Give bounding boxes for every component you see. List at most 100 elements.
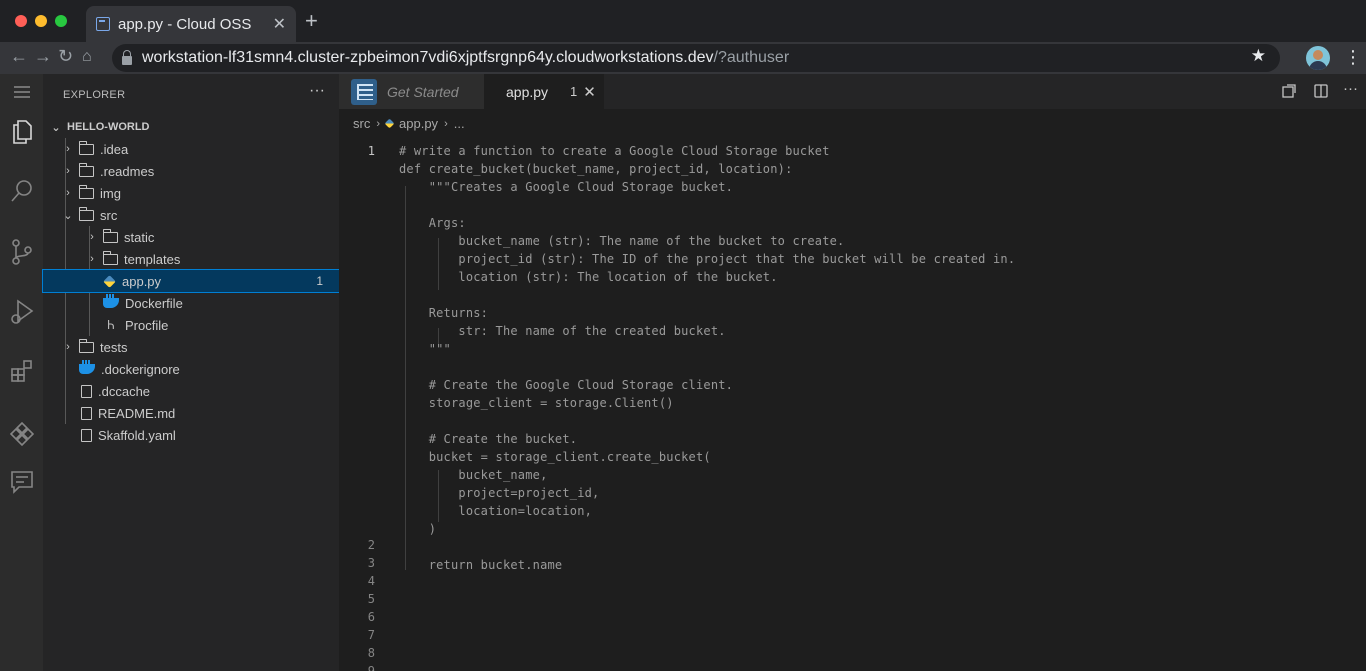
line-number: 7 (367, 628, 375, 642)
browser-tab-title: app.py - Cloud OSS (118, 15, 252, 33)
python-icon (495, 89, 501, 94)
tab-problem-count: 1 (570, 84, 578, 99)
code-line[interactable]: bucket = storage_client.create_bucket( (399, 450, 711, 468)
minimize-window-button[interactable] (35, 15, 47, 27)
tree-folder-src[interactable]: ⌄ src (43, 204, 339, 226)
tree-folder-static[interactable]: › static (43, 226, 339, 248)
search-icon[interactable] (0, 178, 43, 204)
browser-menu-icon[interactable]: ⋮ (1344, 47, 1362, 68)
code-line[interactable]: # write a function to create a Google Cl… (399, 144, 830, 162)
line-number: 6 (367, 610, 375, 624)
close-tab-icon[interactable]: ✕ (273, 14, 286, 34)
tab-label: Get Started (387, 83, 459, 100)
profile-avatar[interactable] (1306, 46, 1330, 70)
reload-icon[interactable]: ↻ (58, 46, 73, 67)
folder-icon (79, 140, 94, 155)
docker-icon (103, 294, 119, 308)
address-toolbar: ← → ↻ ⌂ workstation-lf31smn4.cluster-zpb… (0, 42, 1366, 74)
close-tab-icon[interactable]: ✕ (583, 83, 596, 101)
cloud-code-icon[interactable] (0, 422, 43, 446)
code-line[interactable]: # Create the Google Cloud Storage client… (399, 378, 733, 396)
folder-icon (103, 250, 118, 265)
breadcrumb-item[interactable]: ... (454, 116, 465, 131)
tree-item-label: .idea (100, 141, 129, 157)
tree-folder-img[interactable]: › img (43, 182, 339, 204)
bookmark-star-icon[interactable]: ★ (1251, 46, 1266, 66)
chevron-right-icon: › (444, 117, 448, 130)
breadcrumb: src › app.py › ... (353, 116, 465, 131)
yaml-file-icon (81, 428, 92, 442)
code-line[interactable]: ) (399, 522, 436, 540)
line-number: 2 (367, 538, 375, 552)
open-changes-icon[interactable] (1281, 83, 1297, 103)
tree-folder-tests[interactable]: › tests (43, 336, 339, 358)
more-actions-icon[interactable]: ··· (1343, 80, 1358, 97)
line-number: 4 (367, 574, 375, 588)
tree-file-dockerignore[interactable]: .dockerignore (43, 358, 339, 380)
procfile-icon: Ꮒ (107, 317, 115, 332)
extensions-icon[interactable] (0, 358, 43, 384)
new-tab-button[interactable]: + (305, 8, 318, 34)
tree-item-label: README.md (98, 405, 176, 421)
chat-icon[interactable] (0, 469, 43, 495)
source-control-icon[interactable] (0, 238, 43, 266)
browser-tab[interactable]: app.py - Cloud OSS ✕ (86, 6, 296, 42)
home-icon[interactable]: ⌂ (82, 48, 92, 66)
code-line[interactable]: """ (399, 342, 451, 360)
tree-file-procfile[interactable]: Ꮒ Procfile (43, 314, 339, 336)
code-line[interactable]: location=location, (399, 504, 592, 522)
tree-file-skaffold[interactable]: Skaffold.yaml (43, 424, 339, 446)
back-arrow-icon[interactable]: ← (10, 46, 28, 67)
folder-icon (79, 184, 94, 199)
code-line[interactable]: project_id (str): The ID of the project … (399, 252, 1015, 270)
code-line[interactable]: return bucket.name (399, 558, 562, 576)
tree-file-dockerfile[interactable]: Dockerfile (43, 292, 339, 314)
url-path: /?authuser (713, 49, 790, 66)
code-line[interactable]: project=project_id, (399, 486, 599, 504)
code-line[interactable]: # Create the bucket. (399, 432, 577, 450)
run-debug-icon[interactable] (0, 298, 43, 326)
line-number: 9 (367, 664, 375, 671)
folder-icon (79, 162, 94, 177)
tree-folder-templates[interactable]: › templates (43, 248, 339, 270)
breadcrumb-item[interactable]: app.py (399, 116, 438, 131)
problem-count-badge: 1 (316, 274, 323, 288)
menu-icon[interactable] (0, 84, 43, 100)
folder-icon (79, 338, 94, 353)
get-started-icon (351, 78, 377, 105)
markdown-file-icon (81, 406, 92, 420)
code-line[interactable]: """Creates a Google Cloud Storage bucket… (399, 180, 733, 198)
code-line[interactable]: bucket_name, (399, 468, 548, 486)
code-line[interactable]: storage_client = storage.Client() (399, 396, 674, 414)
code-line[interactable]: Args: (399, 216, 466, 234)
activity-bar (0, 74, 43, 671)
python-icon (384, 118, 395, 129)
maximize-window-button[interactable] (55, 15, 67, 27)
tree-file-readme[interactable]: README.md (43, 402, 339, 424)
chevron-right-icon: › (66, 187, 70, 199)
tab-get-started[interactable]: Get Started (339, 74, 484, 109)
tree-folder-idea[interactable]: › .idea (43, 138, 339, 160)
more-actions-icon[interactable]: ··· (309, 82, 325, 100)
code-line[interactable]: bucket_name (str): The name of the bucke… (399, 234, 844, 252)
lock-icon[interactable] (122, 49, 132, 65)
code-line[interactable]: location (str): The location of the buck… (399, 270, 778, 288)
workspace-root[interactable]: ⌄ HELLO-WORLD (43, 116, 339, 138)
forward-arrow-icon[interactable]: → (34, 46, 52, 67)
chevron-right-icon: › (66, 341, 70, 353)
tree-file-dccache[interactable]: .dccache (43, 380, 339, 402)
code-line[interactable]: def create_bucket(bucket_name, project_i… (399, 162, 793, 180)
tree-file-app-py[interactable]: app.py 1 (42, 269, 340, 293)
url-bar[interactable]: workstation-lf31smn4.cluster-zpbeimon7vd… (112, 44, 1280, 72)
tree-item-label: tests (100, 339, 128, 355)
code-line[interactable]: Returns: (399, 306, 488, 324)
close-window-button[interactable] (15, 15, 27, 27)
files-icon[interactable] (0, 118, 43, 146)
code-line[interactable]: str: The name of the created bucket. (399, 324, 726, 342)
tree-folder-readmes[interactable]: › .readmes (43, 160, 339, 182)
tab-app-py[interactable]: app.py 1 ✕ (484, 74, 604, 109)
split-editor-icon[interactable] (1313, 83, 1329, 103)
file-icon (81, 384, 92, 398)
breadcrumb-item[interactable]: src (353, 116, 370, 131)
tree-item-label: templates (124, 251, 181, 267)
